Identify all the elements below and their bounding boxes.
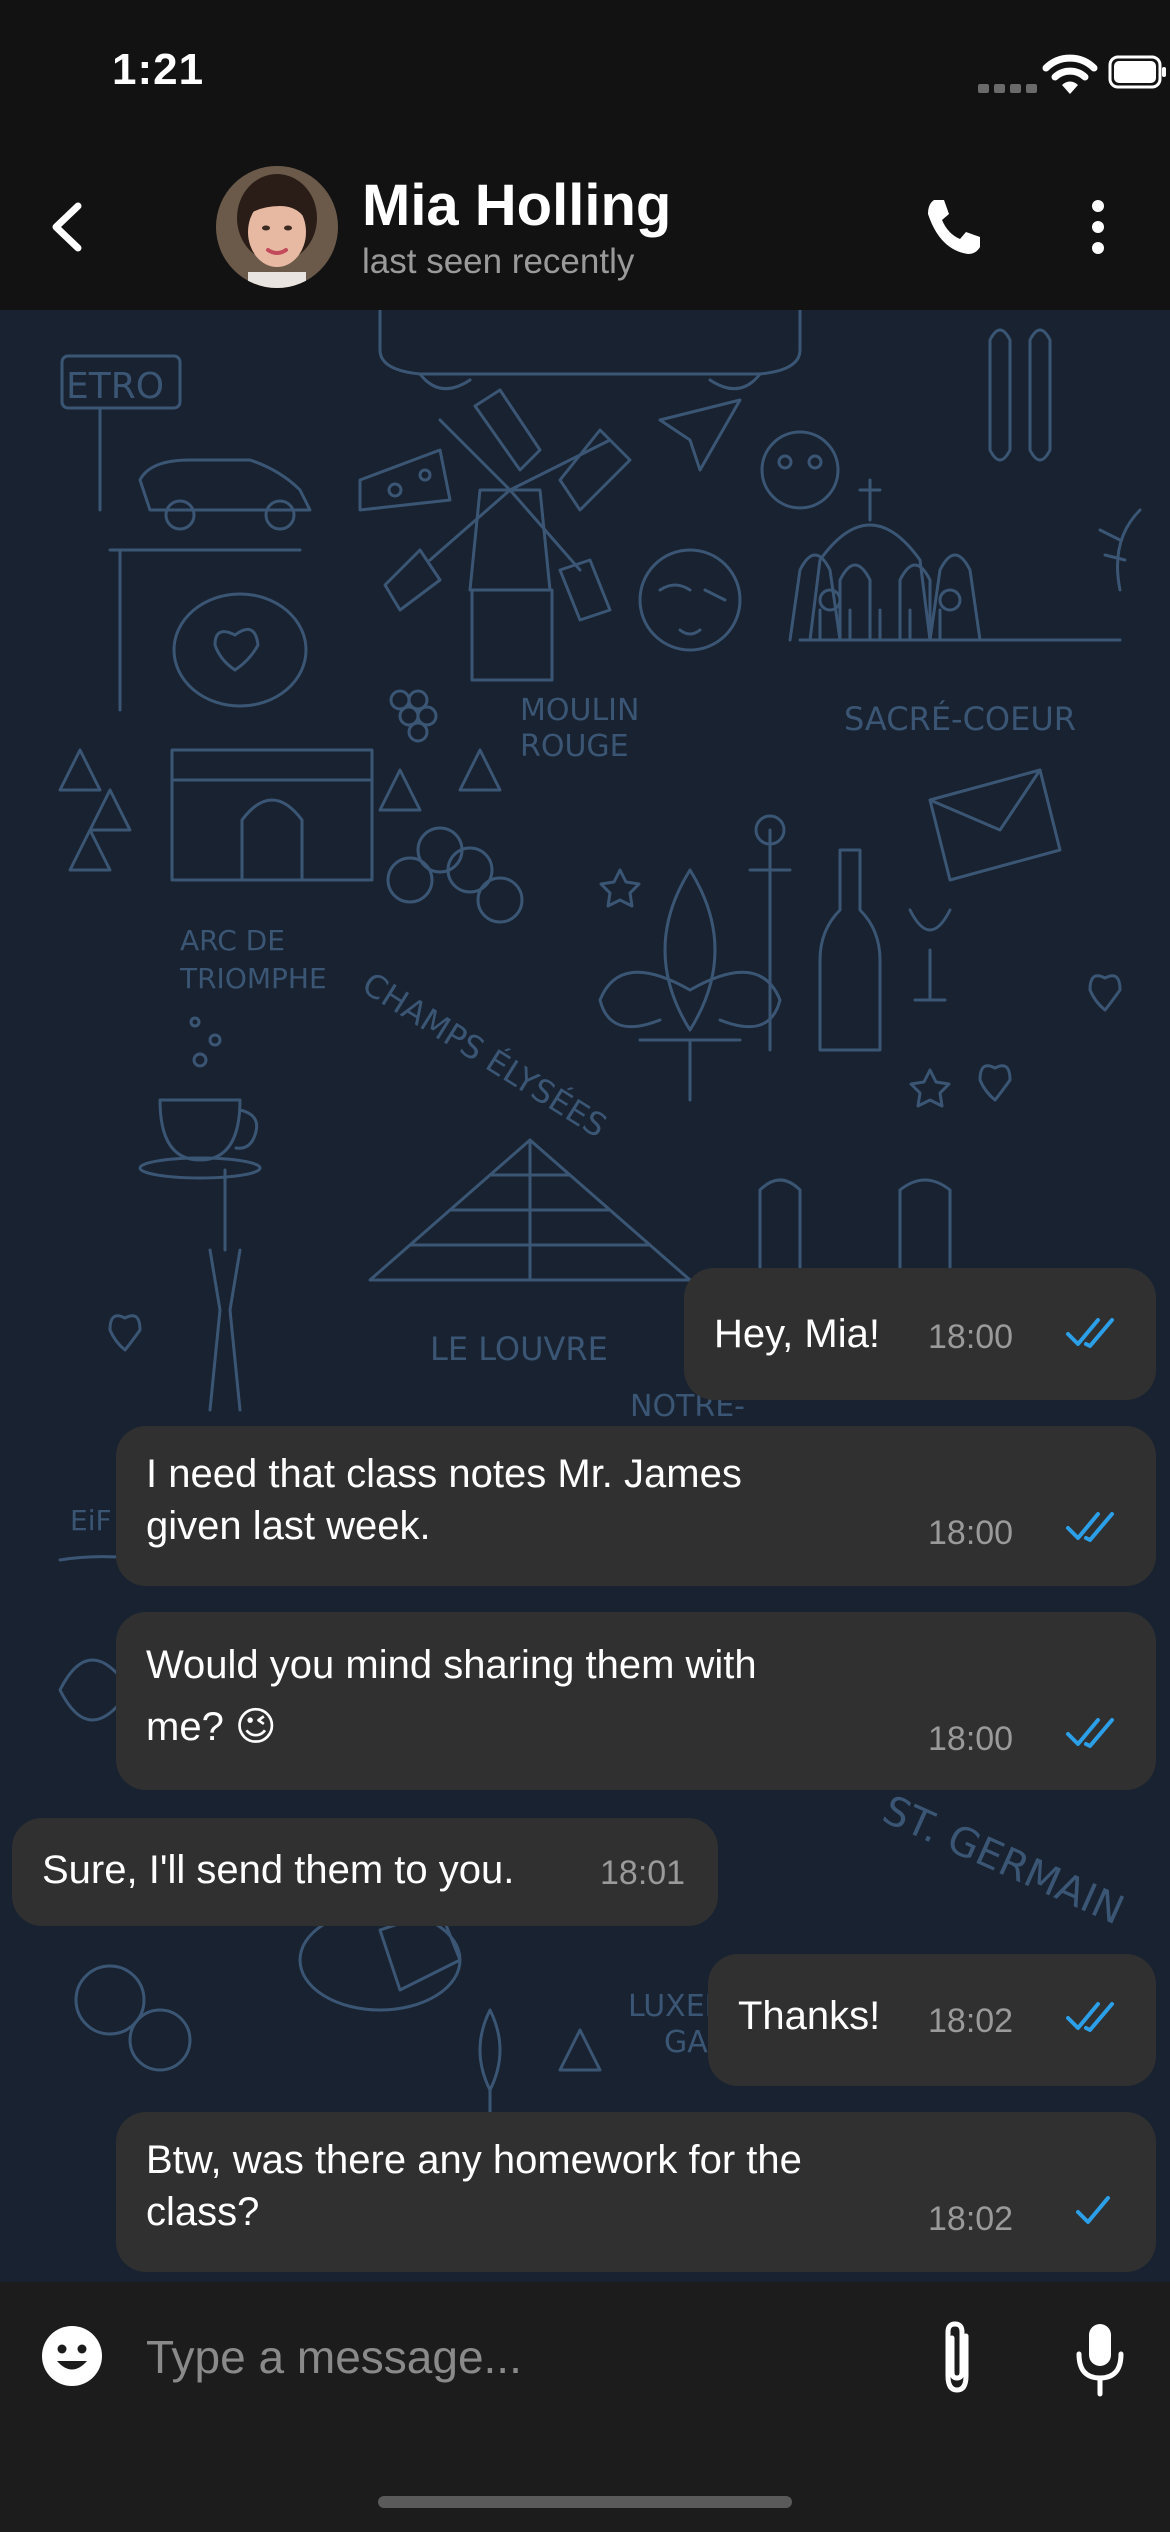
wallpaper-ga-label: GA bbox=[664, 2025, 708, 2060]
message-time: 18:01 bbox=[600, 1854, 686, 1892]
wallpaper-metro-label: ETRO bbox=[66, 366, 164, 407]
message-text: Thanks! bbox=[738, 1994, 881, 2038]
battery-icon bbox=[1108, 55, 1166, 89]
chat-area[interactable]: ETRO MOULIN ROUGE SACRÉ-COEUR ARC DE TRI… bbox=[0, 310, 1170, 2282]
back-arrow-icon[interactable] bbox=[40, 192, 100, 262]
status-bar: 1:21 bbox=[0, 0, 1170, 150]
status-icons bbox=[870, 50, 1170, 100]
message-bubble-incoming[interactable]: Sure, I'll send them to you. 18:01 bbox=[12, 1818, 718, 1926]
contact-status: last seen recently bbox=[362, 242, 635, 281]
wallpaper-stgermain-label: ST. GERMAIN bbox=[876, 1787, 1131, 1934]
single-check-icon bbox=[1076, 2196, 1110, 2224]
emoji-icon[interactable] bbox=[40, 2324, 104, 2388]
message-time: 18:02 bbox=[928, 2200, 1014, 2238]
message-time: 18:00 bbox=[928, 1514, 1014, 1552]
message-time: 18:00 bbox=[928, 1318, 1014, 1356]
message-input-bar: Type a message... bbox=[0, 2282, 1170, 2532]
message-bubble-outgoing[interactable]: Btw, was there any homework for the clas… bbox=[116, 2112, 1156, 2272]
message-bubble-outgoing[interactable]: Thanks! 18:02 bbox=[708, 1954, 1156, 2086]
message-text: Btw, was there any homework for the clas… bbox=[146, 2138, 802, 2234]
cellular-signal-icon bbox=[978, 80, 1042, 98]
paperclip-icon[interactable] bbox=[932, 2318, 982, 2398]
message-bubble-outgoing[interactable]: Would you mind sharing them with me? 😉 1… bbox=[116, 1612, 1156, 1790]
more-vertical-icon[interactable] bbox=[1068, 192, 1128, 262]
wallpaper-moulin-label: MOULIN bbox=[520, 693, 639, 728]
wallpaper-arc-label-1: ARC DE bbox=[180, 924, 285, 957]
double-check-icon bbox=[1066, 2002, 1114, 2032]
message-text: Sure, I'll send them to you. bbox=[42, 1848, 515, 1892]
double-check-icon bbox=[1066, 1718, 1114, 1748]
message-text: I need that class notes Mr. James given … bbox=[146, 1452, 742, 1548]
double-check-icon bbox=[1066, 1318, 1114, 1348]
contact-name[interactable]: Mia Holling bbox=[362, 172, 671, 239]
status-time: 1:21 bbox=[112, 45, 205, 94]
wifi-icon bbox=[1042, 54, 1098, 94]
double-check-icon bbox=[1066, 1512, 1114, 1542]
message-input[interactable]: Type a message... bbox=[146, 2330, 522, 2384]
microphone-icon[interactable] bbox=[1070, 2320, 1130, 2400]
wallpaper-sacre-label: SACRÉ-COEUR bbox=[844, 700, 1076, 738]
wallpaper-eif-label: EiF bbox=[70, 1504, 112, 1537]
message-bubble-outgoing[interactable]: Hey, Mia! 18:00 bbox=[684, 1268, 1156, 1400]
wallpaper-champs-label: CHAMPS ÉLYSÉES bbox=[356, 965, 614, 1146]
message-time: 18:02 bbox=[928, 2002, 1014, 2040]
wallpaper-rouge-label: ROUGE bbox=[520, 729, 629, 764]
message-time: 18:00 bbox=[928, 1720, 1014, 1758]
wallpaper-louvre-label: LE LOUVRE bbox=[430, 1330, 608, 1368]
message-text: Would you mind sharing them with me? 😉 bbox=[146, 1643, 757, 1749]
chat-header: Mia Holling last seen recently bbox=[0, 150, 1170, 310]
contact-avatar[interactable] bbox=[216, 166, 338, 288]
phone-icon[interactable] bbox=[918, 192, 988, 262]
home-indicator[interactable] bbox=[378, 2496, 792, 2508]
message-bubble-outgoing[interactable]: I need that class notes Mr. James given … bbox=[116, 1426, 1156, 1586]
message-text: Hey, Mia! bbox=[714, 1312, 880, 1356]
wallpaper-arc-label-2: TRIOMPHE bbox=[179, 962, 327, 995]
